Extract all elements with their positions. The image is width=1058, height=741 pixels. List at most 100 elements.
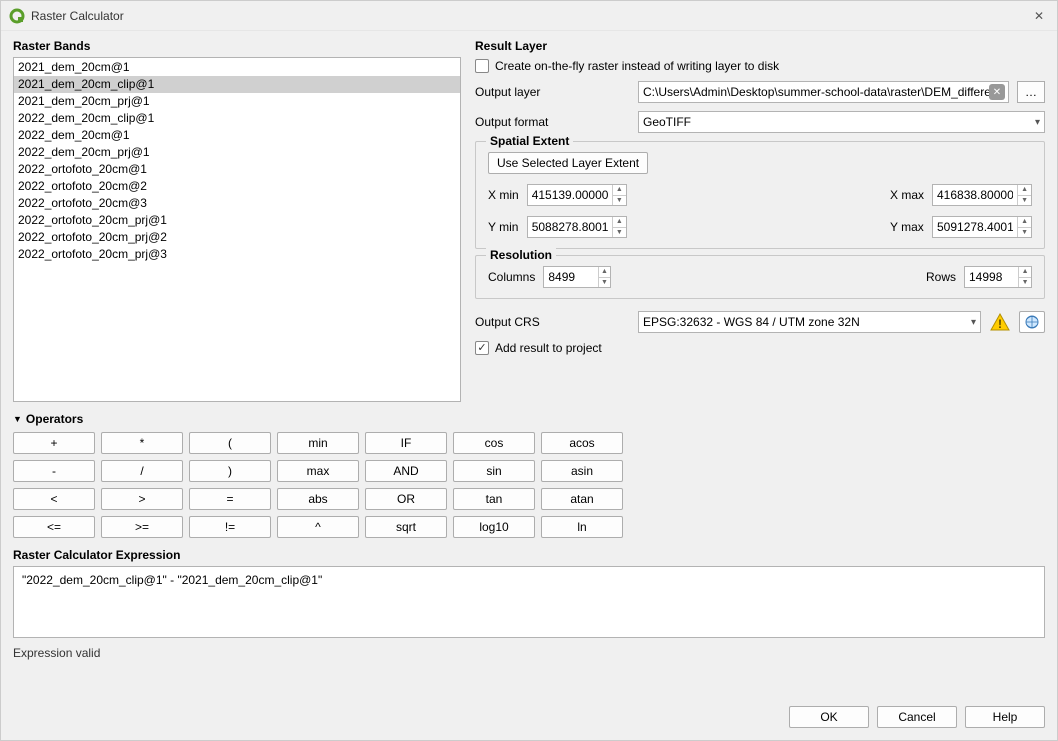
list-item[interactable]: 2022_dem_20cm_clip@1 — [14, 110, 460, 127]
qgis-icon — [9, 8, 25, 24]
operator-button[interactable]: cos — [453, 432, 535, 454]
operator-button[interactable]: < — [13, 488, 95, 510]
operator-button[interactable]: sqrt — [365, 516, 447, 538]
operator-button[interactable]: >= — [101, 516, 183, 538]
operator-button[interactable]: OR — [365, 488, 447, 510]
ymax-input[interactable]: ▲▼ — [932, 216, 1032, 238]
expression-input[interactable]: "2022_dem_20cm_clip@1" - "2021_dem_20cm_… — [13, 566, 1045, 638]
spin-down-icon: ▼ — [1018, 228, 1031, 238]
spin-up-icon: ▲ — [599, 267, 611, 278]
operator-button[interactable]: max — [277, 460, 359, 482]
output-crs-select[interactable]: EPSG:32632 - WGS 84 / UTM zone 32N ▾ — [638, 311, 981, 333]
operator-button[interactable]: acos — [541, 432, 623, 454]
spin-up-icon: ▲ — [613, 185, 626, 196]
resolution-group: Resolution Columns ▲▼ Rows ▲▼ — [475, 255, 1045, 299]
list-item[interactable]: 2022_ortofoto_20cm@3 — [14, 195, 460, 212]
spin-down-icon: ▼ — [613, 228, 626, 238]
operator-button[interactable]: ( — [189, 432, 271, 454]
chevron-down-icon: ▾ — [1035, 117, 1040, 128]
dialog-footer: OK Cancel Help — [1, 698, 1057, 740]
operator-button[interactable]: asin — [541, 460, 623, 482]
add-result-label: Add result to project — [495, 341, 602, 355]
columns-input[interactable]: ▲▼ — [543, 266, 611, 288]
warning-icon: ! — [989, 311, 1011, 333]
add-result-checkbox[interactable]: Add result to project — [475, 341, 602, 355]
triangle-down-icon: ▼ — [13, 414, 22, 424]
ymin-label: Y min — [488, 220, 519, 234]
xmin-label: X min — [488, 188, 519, 202]
clear-icon[interactable]: ✕ — [989, 84, 1005, 100]
list-item[interactable]: 2021_dem_20cm_clip@1 — [14, 76, 460, 93]
resolution-label: Resolution — [486, 248, 556, 262]
crs-picker-button[interactable] — [1019, 311, 1045, 333]
operator-button[interactable]: ) — [189, 460, 271, 482]
close-icon[interactable]: ✕ — [1029, 9, 1049, 23]
operator-button[interactable]: abs — [277, 488, 359, 510]
spin-up-icon: ▲ — [613, 217, 626, 228]
operator-button[interactable]: tan — [453, 488, 535, 510]
raster-calculator-window: Raster Calculator ✕ Raster Bands 2021_de… — [0, 0, 1058, 741]
output-layer-label: Output layer — [475, 85, 630, 99]
list-item[interactable]: 2022_ortofoto_20cm@2 — [14, 178, 460, 195]
list-item[interactable]: 2022_dem_20cm_prj@1 — [14, 144, 460, 161]
operator-button[interactable]: <= — [13, 516, 95, 538]
rows-input[interactable]: ▲▼ — [964, 266, 1032, 288]
operator-button[interactable]: != — [189, 516, 271, 538]
svg-text:!: ! — [998, 317, 1002, 331]
columns-label: Columns — [488, 270, 535, 284]
expression-validity: Expression valid — [13, 646, 1045, 660]
xmin-input[interactable]: ▲▼ — [527, 184, 627, 206]
list-item[interactable]: 2022_ortofoto_20cm@1 — [14, 161, 460, 178]
operator-button[interactable]: min — [277, 432, 359, 454]
operator-button[interactable]: ^ — [277, 516, 359, 538]
list-item[interactable]: 2022_ortofoto_20cm_prj@2 — [14, 229, 460, 246]
list-item[interactable]: 2022_ortofoto_20cm_prj@1 — [14, 212, 460, 229]
spin-up-icon: ▲ — [1019, 267, 1031, 278]
xmax-label: X max — [890, 188, 924, 202]
operator-button[interactable]: = — [189, 488, 271, 510]
help-button[interactable]: Help — [965, 706, 1045, 728]
raster-bands-list[interactable]: 2021_dem_20cm@12021_dem_20cm_clip@12021_… — [13, 57, 461, 402]
create-onfly-label: Create on-the-fly raster instead of writ… — [495, 59, 779, 73]
list-item[interactable]: 2021_dem_20cm_prj@1 — [14, 93, 460, 110]
operator-button[interactable]: AND — [365, 460, 447, 482]
ymin-input[interactable]: ▲▼ — [527, 216, 627, 238]
list-item[interactable]: 2021_dem_20cm@1 — [14, 59, 460, 76]
operator-button[interactable]: - — [13, 460, 95, 482]
browse-button[interactable]: … — [1017, 81, 1045, 103]
output-crs-label: Output CRS — [475, 315, 630, 329]
operator-button[interactable]: IF — [365, 432, 447, 454]
expression-label: Raster Calculator Expression — [13, 548, 1045, 562]
operator-button[interactable]: / — [101, 460, 183, 482]
spin-down-icon: ▼ — [613, 196, 626, 206]
operator-button[interactable]: log10 — [453, 516, 535, 538]
result-layer-label: Result Layer — [475, 39, 1045, 53]
create-onfly-checkbox[interactable]: Create on-the-fly raster instead of writ… — [475, 59, 779, 73]
operator-button[interactable]: ln — [541, 516, 623, 538]
operator-button[interactable]: atan — [541, 488, 623, 510]
operators-collapser[interactable]: ▼ Operators — [13, 412, 1045, 426]
rows-label: Rows — [926, 270, 956, 284]
list-item[interactable]: 2022_ortofoto_20cm_prj@3 — [14, 246, 460, 263]
operators-grid: +*(minIFcosacos-/)maxANDsinasin<>=absORt… — [13, 432, 1045, 538]
output-layer-input[interactable] — [638, 81, 1009, 103]
list-item[interactable]: 2022_dem_20cm@1 — [14, 127, 460, 144]
output-format-select[interactable]: GeoTIFF ▾ — [638, 111, 1045, 133]
operator-button[interactable]: sin — [453, 460, 535, 482]
cancel-button[interactable]: Cancel — [877, 706, 957, 728]
use-selected-extent-button[interactable]: Use Selected Layer Extent — [488, 152, 648, 174]
chevron-down-icon: ▾ — [971, 317, 976, 328]
spin-down-icon: ▼ — [1018, 196, 1031, 206]
operator-button[interactable]: * — [101, 432, 183, 454]
spatial-extent-label: Spatial Extent — [486, 134, 573, 148]
operators-label: Operators — [26, 412, 83, 426]
window-title: Raster Calculator — [31, 9, 1029, 23]
spin-up-icon: ▲ — [1018, 217, 1031, 228]
operator-button[interactable]: > — [101, 488, 183, 510]
raster-bands-label: Raster Bands — [13, 39, 461, 53]
spatial-extent-group: Spatial Extent Use Selected Layer Extent… — [475, 141, 1045, 249]
xmax-input[interactable]: ▲▼ — [932, 184, 1032, 206]
spin-down-icon: ▼ — [599, 278, 611, 288]
operator-button[interactable]: + — [13, 432, 95, 454]
ok-button[interactable]: OK — [789, 706, 869, 728]
